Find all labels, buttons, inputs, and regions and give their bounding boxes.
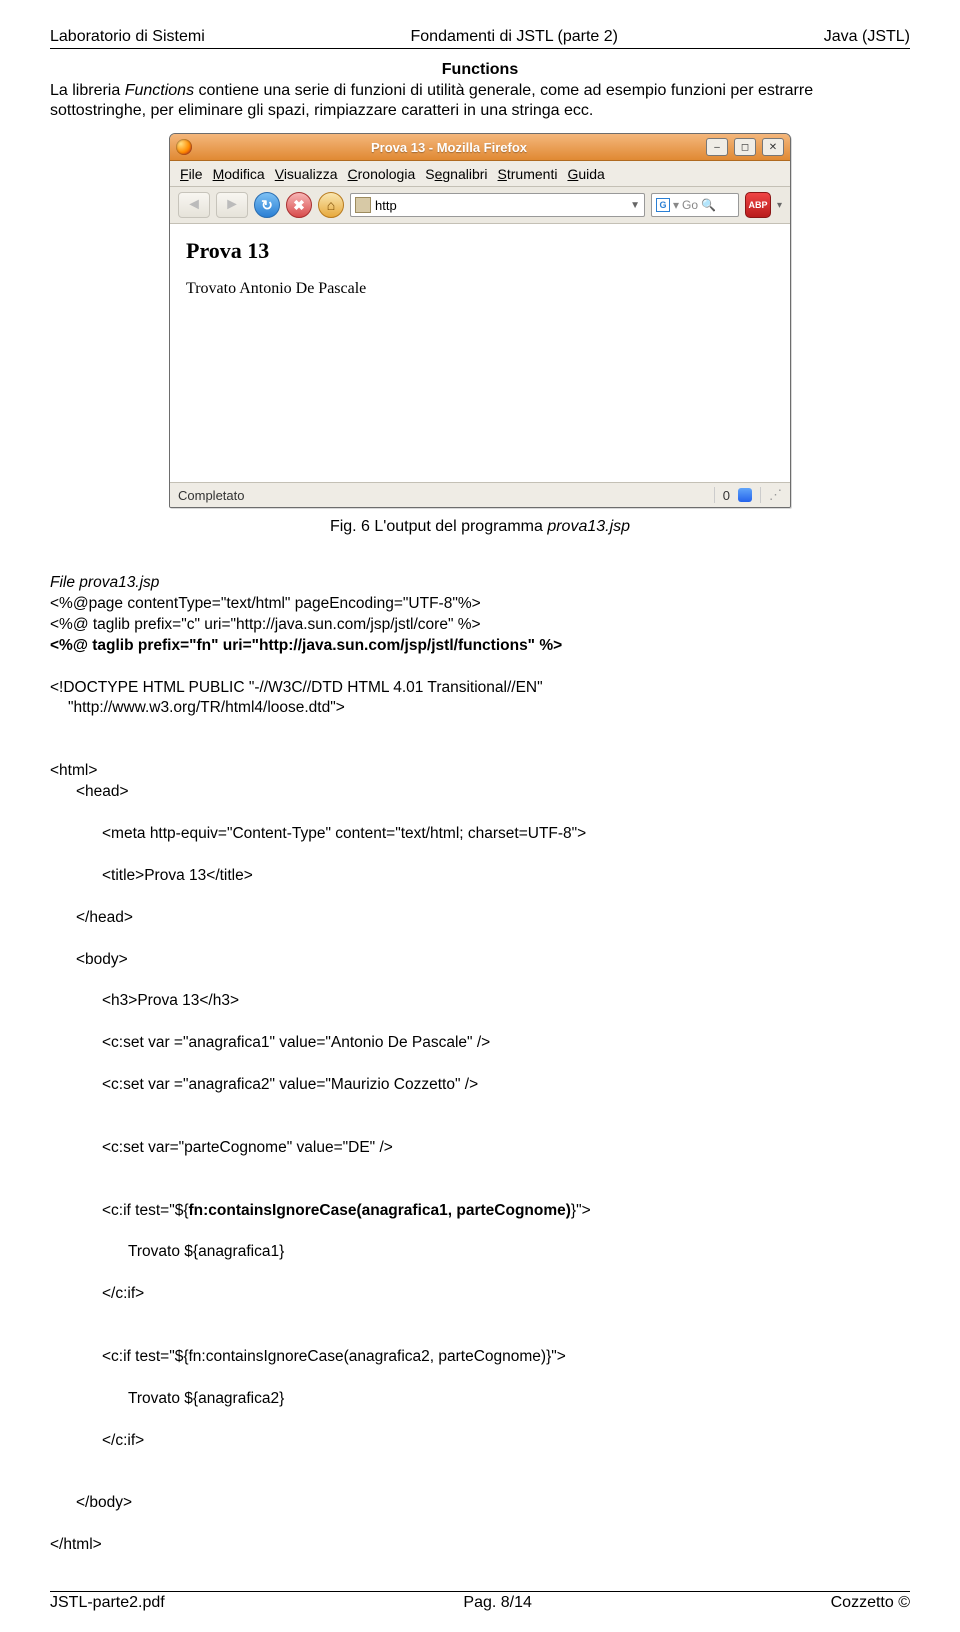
section-title: Functions [50, 61, 910, 79]
reload-button[interactable]: ↻ [254, 192, 280, 218]
url-dropdown-icon[interactable]: ▼ [630, 200, 640, 211]
search-hint: Go [682, 198, 698, 212]
maximize-button[interactable]: ◻ [734, 138, 756, 156]
search-bar[interactable]: G ▾ Go 🔍 [651, 193, 739, 217]
footer-right: Cozzetto © [831, 1594, 910, 1612]
google-icon: G [656, 198, 670, 212]
forward-button[interactable]: ► [216, 192, 248, 218]
intro-paragraph: La libreria Functions contiene una serie… [50, 81, 910, 121]
toolbar: ◄ ► ↻ ✖ ⌂ http ▼ G ▾ Go 🔍 ABP ▾ [170, 187, 790, 224]
status-count: 0 [723, 488, 730, 503]
menubar: File Modifica Visualizza Cronologia Segn… [170, 161, 790, 187]
minimize-button[interactable]: – [706, 138, 728, 156]
adblock-plus-button[interactable]: ABP [745, 192, 771, 218]
resize-grip-icon[interactable]: ⋰ [769, 487, 782, 503]
figure-caption: Fig. 6 L'output del programma prova13.js… [50, 518, 910, 536]
stop-button[interactable]: ✖ [286, 192, 312, 218]
menu-cronologia[interactable]: Cronologia [348, 166, 416, 182]
header-right: Java (JSTL) [824, 28, 910, 46]
menu-strumenti[interactable]: Strumenti [498, 166, 558, 182]
code-listing: File prova13.jsp <%@page contentType="te… [50, 552, 910, 1577]
status-window-icon[interactable] [738, 488, 752, 502]
menu-file[interactable]: File [180, 166, 203, 182]
browser-window: Prova 13 - Mozilla Firefox – ◻ ✕ File Mo… [169, 133, 791, 508]
menu-visualizza[interactable]: Visualizza [275, 166, 338, 182]
window-title: Prova 13 - Mozilla Firefox [198, 140, 700, 155]
menu-segnalibri[interactable]: Segnalibri [425, 166, 487, 182]
page-header: Laboratorio di Sistemi Fondamenti di JST… [50, 28, 910, 46]
close-button[interactable]: ✕ [762, 138, 784, 156]
page-footer: JSTL-parte2.pdf Pag. 8/14 Cozzetto © [50, 1594, 910, 1612]
header-center: Fondamenti di JSTL (parte 2) [411, 28, 619, 46]
content-text: Trovato Antonio De Pascale [186, 280, 774, 298]
content-heading: Prova 13 [186, 238, 774, 264]
titlebar: Prova 13 - Mozilla Firefox – ◻ ✕ [170, 134, 790, 161]
page-content: Prova 13 Trovato Antonio De Pascale [170, 224, 790, 482]
menu-guida[interactable]: Guida [567, 166, 604, 182]
footer-left: JSTL-parte2.pdf [50, 1594, 165, 1612]
header-left: Laboratorio di Sistemi [50, 28, 205, 46]
abp-dropdown-icon[interactable]: ▾ [777, 200, 782, 211]
search-engine-dropdown-icon[interactable]: ▾ [673, 198, 679, 212]
home-button[interactable]: ⌂ [318, 192, 344, 218]
magnifier-icon[interactable]: 🔍 [701, 198, 716, 212]
back-button[interactable]: ◄ [178, 192, 210, 218]
menu-modifica[interactable]: Modifica [213, 166, 265, 182]
firefox-icon [176, 139, 192, 155]
statusbar: Completato 0 ⋰ [170, 482, 790, 507]
url-bar[interactable]: http ▼ [350, 193, 645, 217]
url-text: http [375, 198, 397, 213]
footer-center: Pag. 8/14 [463, 1594, 532, 1612]
status-text: Completato [178, 488, 244, 503]
page-favicon-icon [355, 197, 371, 213]
